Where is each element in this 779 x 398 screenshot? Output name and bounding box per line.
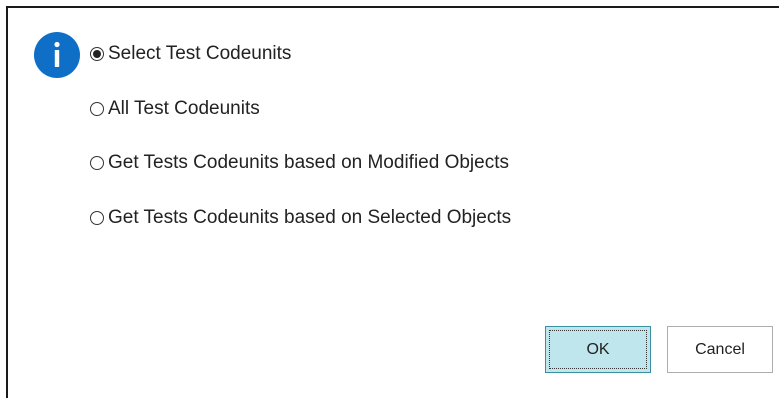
focus-ring [549,330,647,369]
radio-button[interactable] [90,102,104,116]
option-label: All Test Codeunits [108,98,260,119]
option-select-test-codeunits[interactable]: Select Test Codeunits [90,42,291,66]
dialog-border-top [6,6,779,8]
dialog-border-left [6,6,8,398]
info-icon [34,32,80,78]
radio-button-selected[interactable] [90,47,104,61]
option-label: Get Tests Codeunits based on Selected Ob… [108,207,512,228]
radio-button[interactable] [90,211,104,225]
option-all-test-codeunits[interactable]: All Test Codeunits [90,97,260,121]
radio-button[interactable] [90,156,104,170]
cancel-button[interactable]: Cancel [667,326,773,373]
option-dialog: Select Test Codeunits All Test Codeunits… [0,0,779,398]
cancel-button-label: Cancel [695,340,745,358]
option-modified-objects[interactable]: Get Tests Codeunits based on Modified Ob… [90,151,509,175]
ok-button[interactable]: OK [545,326,651,373]
option-label: Get Tests Codeunits based on Modified Ob… [108,152,509,173]
option-label: Select Test Codeunits [108,43,292,64]
option-selected-objects[interactable]: Get Tests Codeunits based on Selected Ob… [90,206,511,230]
